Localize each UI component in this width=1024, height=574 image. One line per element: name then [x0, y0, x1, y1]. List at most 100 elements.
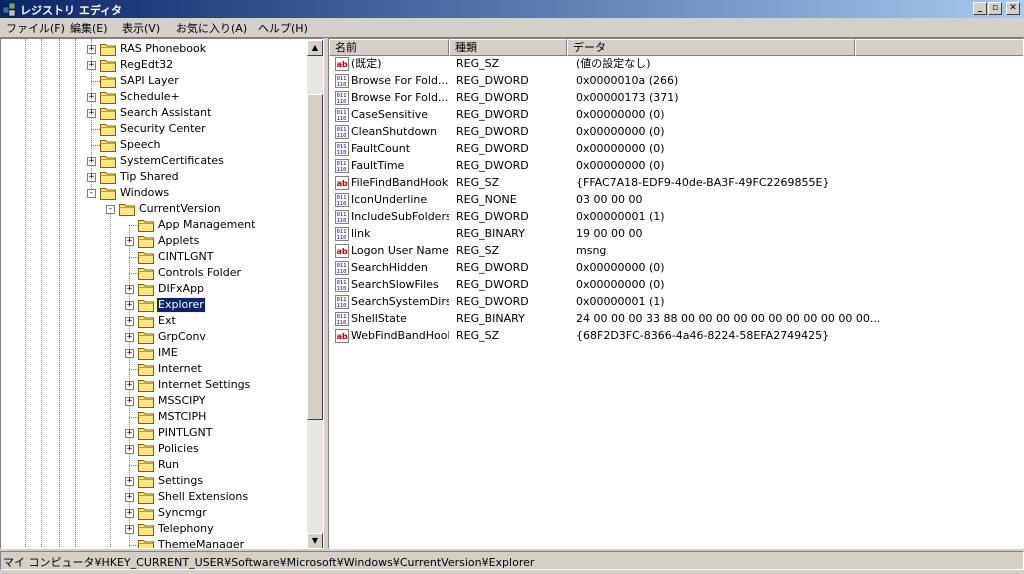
expand-icon[interactable]: + [125, 509, 134, 518]
binary-value-icon: 011 110 [335, 312, 349, 326]
table-row[interactable]: 011 110 CleanShutdown REG_DWORD 0x00000000 (… [329, 124, 1023, 141]
tree-item-label[interactable]: RAS Phonebook [119, 42, 207, 56]
menu-file[interactable]: ファイル(F) [6, 20, 65, 36]
value-data: 0x0000010a (266) [576, 74, 679, 87]
tree-item-label[interactable]: Run [157, 458, 180, 472]
tree-item-label[interactable]: SAPI Layer [119, 74, 180, 88]
tree-item-label[interactable]: Explorer [156, 297, 206, 313]
tree-item-label[interactable]: Settings [157, 474, 204, 488]
table-row[interactable]: 011 110 IconUnderline REG_NONE 03 00 00 00 [329, 192, 1023, 209]
minimize-button[interactable]: _ [973, 2, 987, 15]
table-row[interactable]: 011 110 SearchSystemDirs REG_DWORD 0x0000000… [329, 294, 1023, 311]
tree-item-label[interactable]: Policies [157, 442, 200, 456]
folder-icon [138, 426, 154, 440]
tree-item-label[interactable]: Windows [119, 186, 170, 200]
tree-item-label[interactable]: PINTLGNT [157, 426, 213, 440]
menu-view[interactable]: 表示(V) [122, 20, 160, 36]
tree-item-label[interactable]: CINTLGNT [157, 250, 214, 264]
table-row[interactable]: 011 110 ShellState REG_BINARY 24 00 00 00 33… [329, 311, 1023, 328]
tree-item-label[interactable]: MSTCIPH [157, 410, 207, 424]
tree-item-label[interactable]: Tip Shared [119, 170, 180, 184]
expand-icon[interactable]: + [125, 429, 134, 438]
collapse-icon[interactable]: - [87, 189, 96, 198]
table-row[interactable]: ab (既定) REG_SZ (値の設定なし) [329, 56, 1023, 73]
tree-item-label[interactable]: Search Assistant [119, 106, 212, 120]
value-type: REG_DWORD [456, 295, 529, 308]
tree-item-label[interactable]: Internet Settings [157, 378, 251, 392]
tree-item-label[interactable]: Internet [157, 362, 203, 376]
scroll-up-button[interactable]: ▲ [307, 40, 323, 56]
column-header-type[interactable]: 種類 [449, 39, 567, 56]
tree-item-label[interactable]: App Management [157, 218, 256, 232]
table-row[interactable]: 011 110 IncludeSubFolders REG_DWORD 0x000000… [329, 209, 1023, 226]
table-row[interactable]: 011 110 CaseSensitive REG_DWORD 0x00000000 (… [329, 107, 1023, 124]
table-row[interactable]: 011 110 FaultTime REG_DWORD 0x00000000 (0) [329, 158, 1023, 175]
tree-item-label[interactable]: Syncmgr [157, 506, 208, 520]
expand-icon[interactable]: + [87, 45, 96, 54]
tree-item-label[interactable]: RegEdt32 [119, 58, 174, 72]
tree-item-label[interactable]: Telephony [157, 522, 215, 536]
value-list[interactable]: 名前 種類 データ ab (既定) REG_SZ (値の設定なし) 011 110 Brow… [328, 38, 1024, 549]
column-header-data[interactable]: データ [567, 39, 855, 56]
tree-item-label[interactable]: SystemCertificates [119, 154, 225, 168]
tree-item-label[interactable]: Speech [119, 138, 162, 152]
svg-text:110: 110 [337, 133, 347, 139]
folder-icon [100, 74, 116, 88]
expand-icon[interactable]: + [125, 445, 134, 454]
table-row[interactable]: 011 110 SearchHidden REG_DWORD 0x00000000 (0… [329, 260, 1023, 277]
table-row[interactable]: ab WebFindBandHook REG_SZ {68F2D3FC-8366-4a… [329, 328, 1023, 345]
binary-value-icon: 011 110 [335, 125, 349, 139]
table-row[interactable]: 011 110 FaultCount REG_DWORD 0x00000000 (0) [329, 141, 1023, 158]
title-bar[interactable]: レジストリ エディタ _ ▫ ✕ [0, 0, 1024, 18]
expand-icon[interactable]: + [87, 157, 96, 166]
svg-text:110: 110 [337, 201, 347, 207]
maximize-button[interactable]: ▫ [988, 2, 1002, 15]
tree-item-label[interactable]: ThemeManager [157, 538, 245, 548]
menu-edit[interactable]: 編集(E) [70, 20, 108, 36]
tree-item-label[interactable]: Shell Extensions [157, 490, 249, 504]
menu-help[interactable]: ヘルプ(H) [258, 20, 308, 36]
scroll-thumb[interactable] [307, 94, 323, 420]
table-row[interactable]: 011 110 link REG_BINARY 19 00 00 00 [329, 226, 1023, 243]
tree-item-label[interactable]: Controls Folder [157, 266, 242, 280]
tree-item-label[interactable]: Applets [157, 234, 200, 248]
expand-icon[interactable]: + [87, 61, 96, 70]
close-button[interactable]: ✕ [1006, 2, 1020, 15]
expand-icon[interactable]: + [87, 173, 96, 182]
expand-icon[interactable]: + [125, 525, 134, 534]
tree-item-label[interactable]: IME [157, 346, 179, 360]
value-type: REG_DWORD [456, 125, 529, 138]
key-tree[interactable]: + RAS Phonebook + RegEdt32 SAPI Layer + Schedu… [0, 38, 324, 549]
tree-item-label[interactable]: GrpConv [157, 330, 207, 344]
expand-icon[interactable]: + [125, 333, 134, 342]
expand-icon[interactable]: + [125, 301, 134, 310]
expand-icon[interactable]: + [125, 493, 134, 502]
tree-item-label[interactable]: Schedule+ [119, 90, 181, 104]
expand-icon[interactable]: + [125, 477, 134, 486]
collapse-icon[interactable]: - [106, 205, 115, 214]
expand-icon[interactable]: + [125, 397, 134, 406]
expand-icon[interactable]: + [125, 317, 134, 326]
table-row[interactable]: 011 110 Browse For Fold... REG_DWORD 0x00000… [329, 73, 1023, 90]
expand-icon[interactable]: + [87, 93, 96, 102]
table-row[interactable]: 011 110 Browse For Fold... REG_DWORD 0x00000… [329, 90, 1023, 107]
tree-item-label[interactable]: Ext [157, 314, 177, 328]
tree-scrollbar[interactable]: ▲ ▼ [307, 40, 323, 548]
expand-icon[interactable]: + [125, 285, 134, 294]
expand-icon[interactable]: + [125, 237, 134, 246]
table-row[interactable]: ab FileFindBandHook REG_SZ {FFAC7A18-EDF9-4… [329, 175, 1023, 192]
tree-item-label[interactable]: DIFxApp [157, 282, 205, 296]
value-data: msng [576, 244, 607, 257]
scroll-down-button[interactable]: ▼ [307, 533, 323, 548]
expand-icon[interactable]: + [125, 381, 134, 390]
tree-item-label[interactable]: MSSCIPY [157, 394, 207, 408]
value-type: REG_BINARY [456, 227, 525, 240]
table-row[interactable]: ab Logon User Name REG_SZ msng [329, 243, 1023, 260]
menu-favorites[interactable]: お気に入り(A) [176, 20, 247, 36]
table-row[interactable]: 011 110 SearchSlowFiles REG_DWORD 0x00000000… [329, 277, 1023, 294]
expand-icon[interactable]: + [87, 109, 96, 118]
expand-icon[interactable]: + [125, 349, 134, 358]
column-header-name[interactable]: 名前 [329, 39, 449, 56]
tree-item-label[interactable]: Security Center [119, 122, 207, 136]
tree-item-label[interactable]: CurrentVersion [138, 202, 222, 216]
